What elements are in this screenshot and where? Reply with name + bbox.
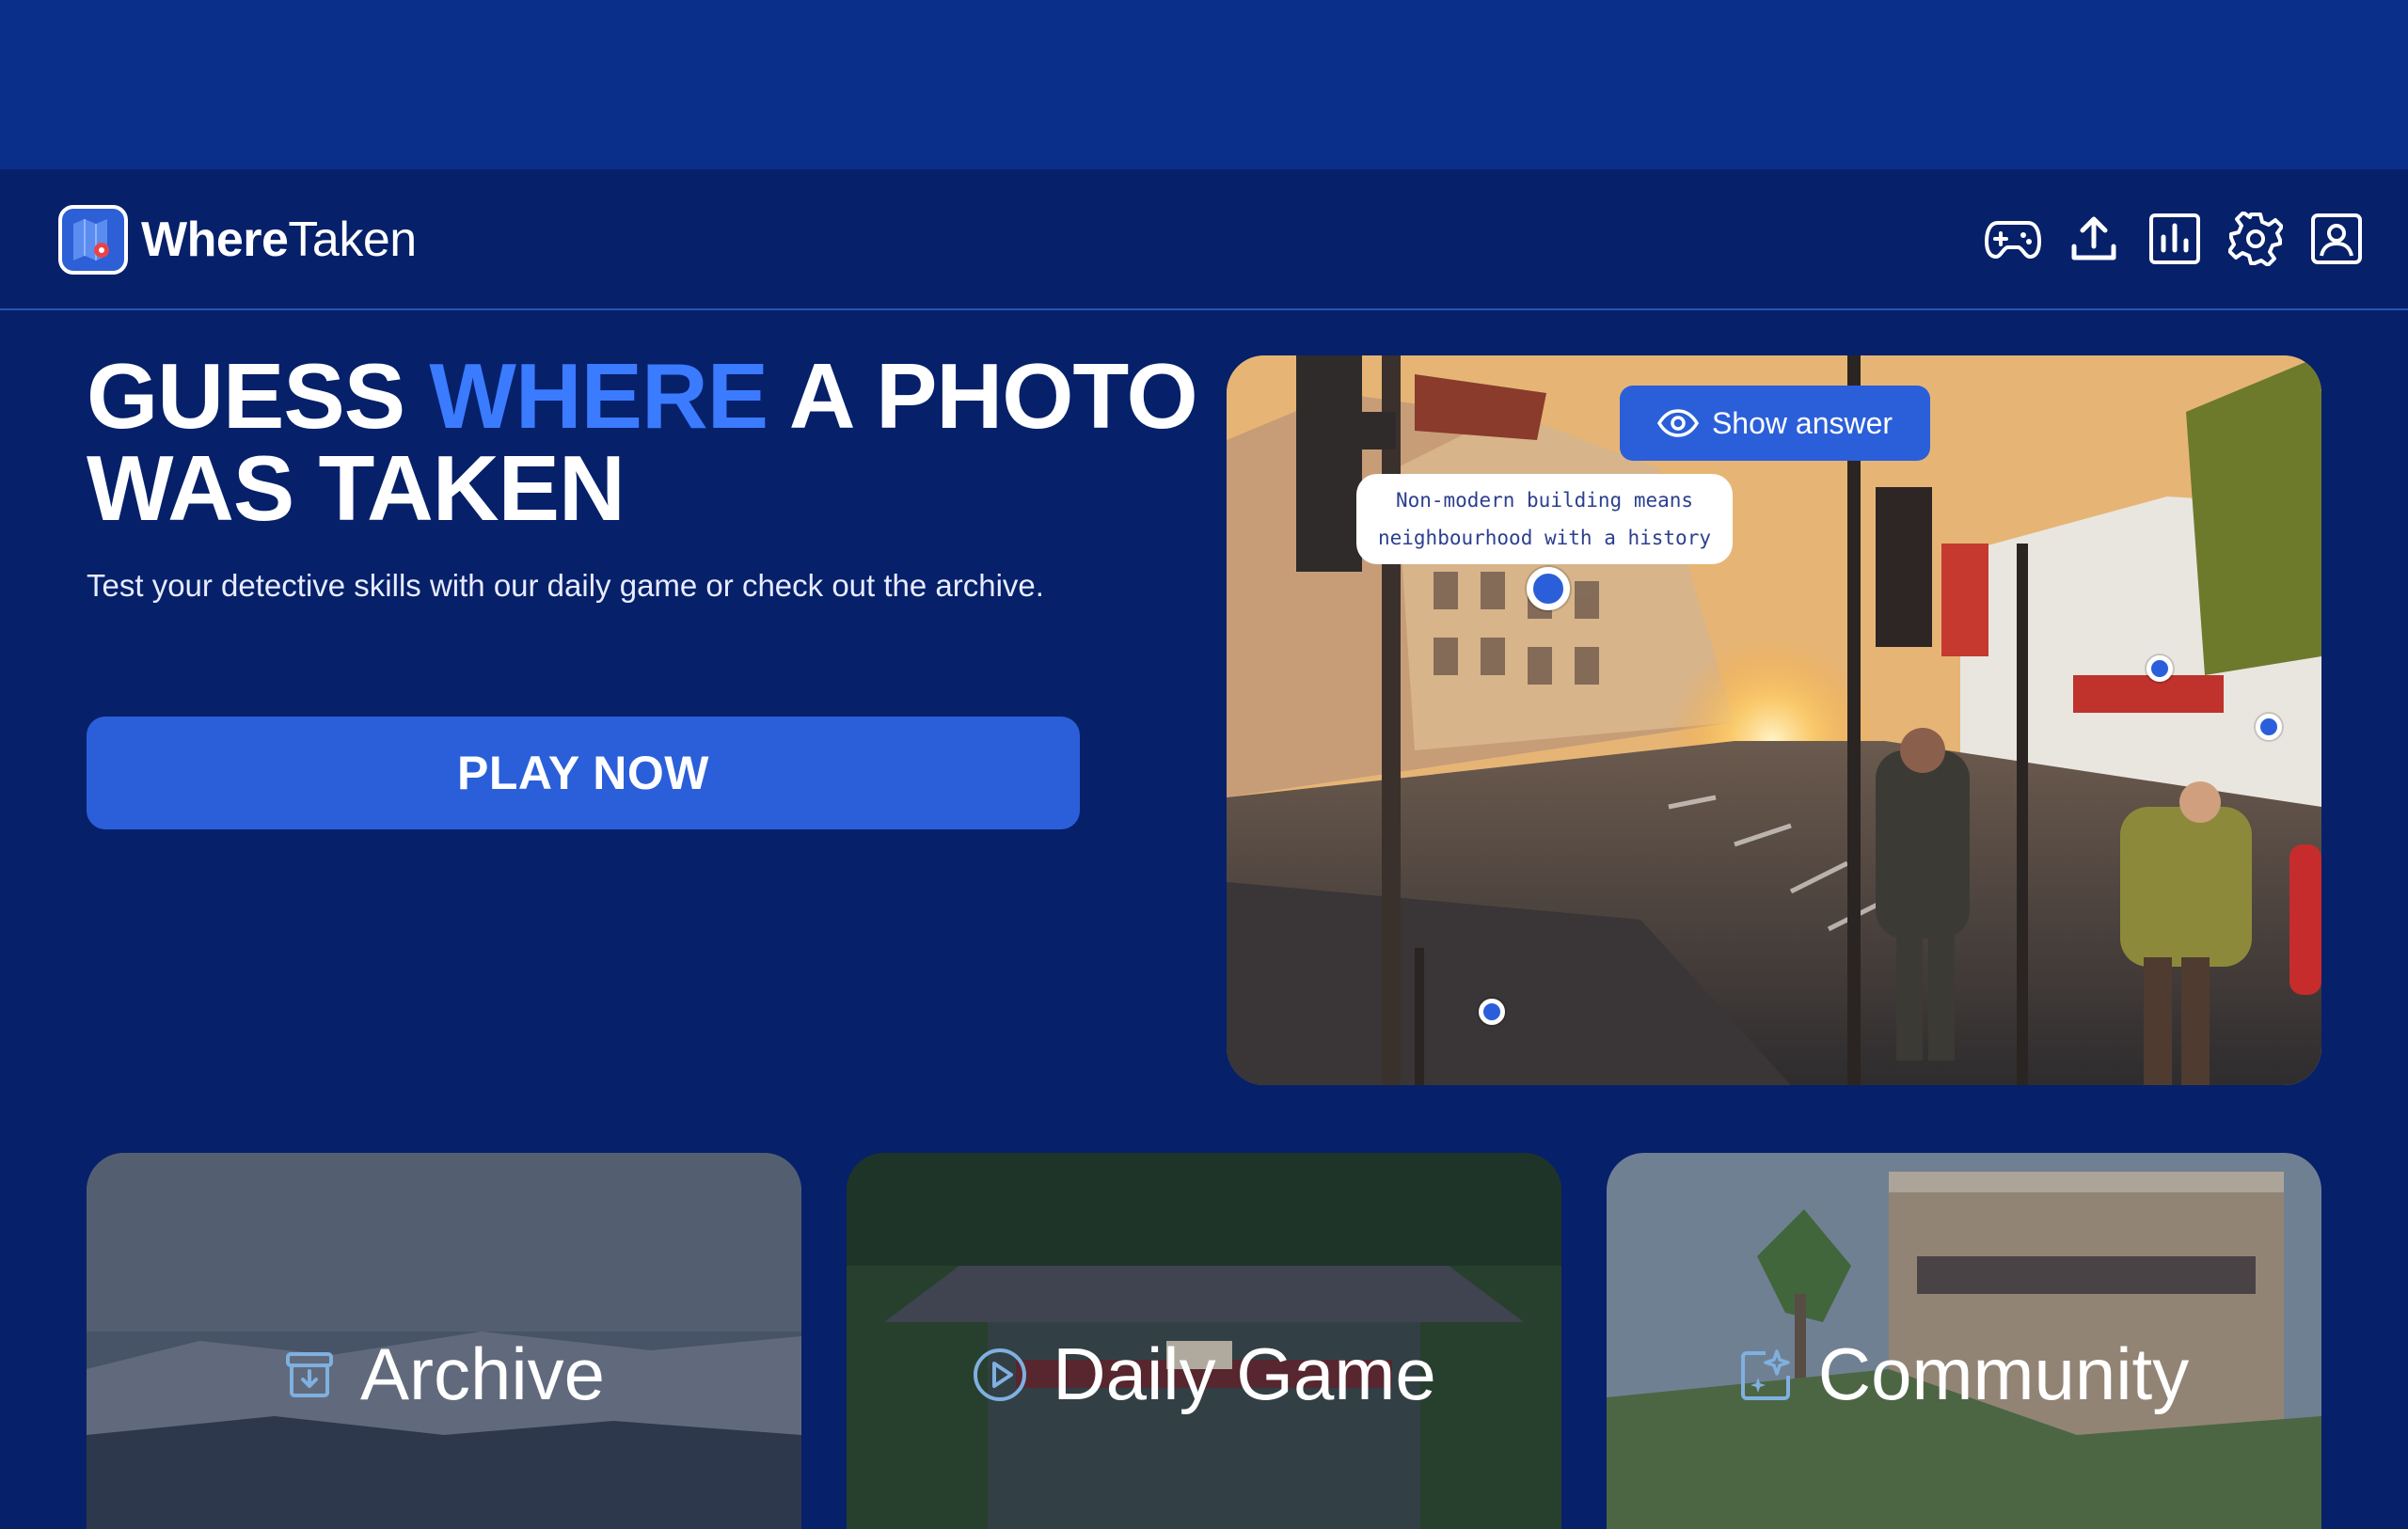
archive-card[interactable]: Archive (87, 1153, 801, 1529)
daily-game-card-title: Daily Game (1053, 1332, 1436, 1415)
game-button[interactable] (1985, 211, 2041, 267)
sparkle-edit-icon (1740, 1348, 1790, 1400)
hint-marker-building[interactable] (1527, 567, 1570, 610)
eye-icon (1656, 409, 1699, 437)
brand-regular: Taken (288, 213, 417, 267)
daily-label-group: Daily Game (847, 1332, 1561, 1417)
play-circle-icon (974, 1348, 1027, 1401)
hero-subtitle: Test your detective skills with our dail… (87, 568, 1044, 603)
archive-label-group: Archive (87, 1332, 801, 1417)
daily-game-card[interactable]: Daily Game (847, 1153, 1561, 1529)
upload-icon (2071, 216, 2116, 260)
hint-bubble: Non-modern building means neighbourhood … (1356, 474, 1733, 564)
top-band (0, 0, 2408, 169)
app-header: WhereTaken (0, 169, 2408, 310)
logo[interactable]: WhereTaken (58, 205, 417, 275)
upload-button[interactable] (2066, 211, 2122, 267)
header-nav (1985, 211, 2365, 267)
archive-card-title: Archive (359, 1332, 606, 1415)
community-label-group: Community (1607, 1332, 2321, 1417)
gamepad-icon (1985, 221, 2041, 259)
show-answer-button[interactable]: Show answer (1620, 386, 1930, 461)
hint-line-2: neighbourhood with a history (1377, 527, 1711, 549)
hint-marker-shop[interactable] (2147, 655, 2173, 682)
brand-bold: Where (141, 213, 289, 267)
hint-marker-sign[interactable] (2256, 714, 2282, 740)
profile-button[interactable] (2308, 211, 2365, 267)
map-pin-logo-icon (58, 205, 128, 275)
hint-text: Non-modern building means neighbourhood … (1378, 481, 1711, 557)
settings-button[interactable] (2227, 211, 2284, 267)
profile-icon (2311, 213, 2362, 264)
archive-box-icon (285, 1351, 333, 1397)
street-photo[interactable] (1227, 355, 2321, 1085)
street-scene-image (1227, 355, 2321, 1085)
show-answer-label: Show answer (1711, 405, 1893, 440)
app-name: WhereTaken (141, 212, 417, 268)
hint-marker-pavement[interactable] (1479, 999, 1505, 1025)
stats-button[interactable] (2147, 211, 2203, 267)
gear-icon (2228, 212, 2283, 266)
community-card-title: Community (1817, 1332, 2190, 1415)
play-now-button[interactable]: PLAY NOW (87, 717, 1080, 829)
hero-title-part1: GUESS (87, 344, 430, 448)
hero-title: GUESS WHERE A PHOTO WAS TAKEN (87, 350, 1215, 534)
hero-title-accent: WHERE (429, 344, 768, 448)
community-card[interactable]: Community (1607, 1153, 2321, 1529)
stats-icon (2149, 213, 2200, 264)
hint-line-1: Non-modern building means (1395, 489, 1694, 512)
